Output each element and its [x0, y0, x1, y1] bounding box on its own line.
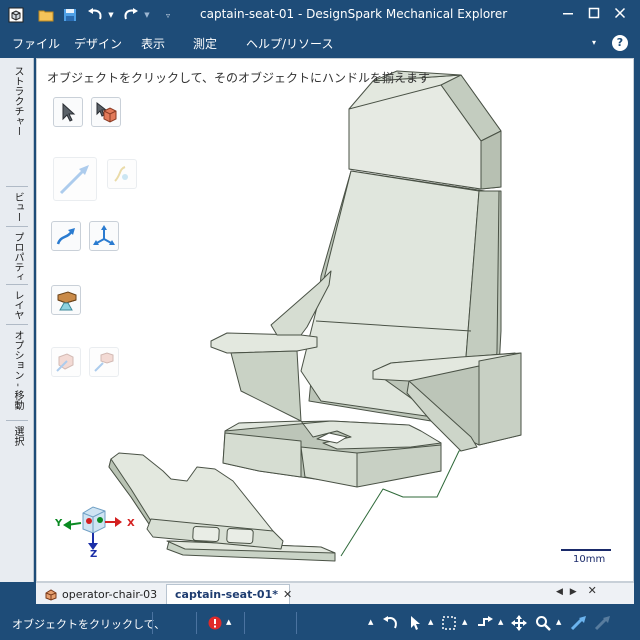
orbit-dropdown-icon[interactable]: ▲ — [498, 618, 503, 626]
side-panel-tabs: ストラクチャー ビュー プロパティ レイヤ オプション - 移動 選択 — [0, 58, 34, 582]
menu-view[interactable]: 表示 — [141, 35, 165, 52]
error-icon[interactable] — [206, 614, 224, 632]
window-title: captain-seat-01 - DesignSpark Mechanical… — [200, 7, 508, 21]
tab-navigation: ◀ ▶ ✕ — [556, 584, 597, 597]
menu-bar: ファイル デザイン 表示 測定 ヘルプ/リソース ▾ — [0, 30, 640, 56]
triad-z-label: Z — [90, 549, 98, 560]
status-divider — [296, 612, 297, 634]
status-divider — [244, 612, 245, 634]
pull-large-icon — [59, 165, 89, 195]
scale-bar-line — [561, 549, 611, 551]
display-tool-button[interactable] — [51, 347, 81, 377]
box-select-dropdown-icon[interactable]: ▲ — [462, 618, 467, 626]
select-cursor-icon[interactable] — [406, 614, 424, 632]
previous-view-icon[interactable] — [570, 614, 588, 632]
menu-file[interactable]: ファイル — [12, 35, 60, 52]
material-tool-button[interactable] — [51, 285, 81, 315]
tab-divider — [6, 324, 28, 325]
next-view-icon[interactable] — [594, 614, 612, 632]
zoom-dropdown-icon[interactable]: ▲ — [556, 618, 561, 626]
tab-view[interactable]: ビュー — [5, 192, 29, 222]
scale-bar-label: 10mm — [573, 554, 606, 565]
status-bar: オブジェクトをクリックして、 ▲ ▲ ▲ ▲ ▲ ▲ — [0, 606, 640, 640]
tab-scroll-left-icon[interactable]: ◀ — [556, 587, 563, 597]
box-select-icon[interactable] — [440, 614, 458, 632]
captain-seat-model[interactable] — [37, 59, 634, 582]
orbit-icon[interactable] — [476, 614, 494, 632]
document-tab-bar: operator-chair-03 captain-seat-01* ✕ — [36, 582, 634, 604]
customize-icon[interactable]: ▿ — [160, 5, 176, 25]
undo-dropdown-icon[interactable]: ▼ — [106, 5, 116, 25]
redo-icon[interactable] — [120, 5, 142, 25]
open-folder-icon[interactable] — [36, 5, 56, 25]
document-icon — [45, 589, 57, 601]
pan-icon[interactable] — [510, 614, 528, 632]
close-icon[interactable] — [608, 4, 632, 26]
triad-y-label: Y — [55, 518, 63, 529]
explode-tool-button[interactable] — [89, 347, 119, 377]
minimize-icon[interactable] — [556, 4, 580, 26]
zoom-icon[interactable] — [534, 614, 552, 632]
tab-layers[interactable]: レイヤ — [5, 290, 29, 320]
close-tab-icon[interactable]: ✕ — [283, 588, 292, 601]
move-tool-icon — [93, 225, 115, 245]
status-divider — [196, 612, 197, 634]
doc-tab-label: captain-seat-01* — [175, 588, 278, 601]
app-window: ▼ ▼ ▿ captain-seat-01 - DesignSpark Mech… — [0, 0, 640, 640]
maximize-icon[interactable] — [582, 4, 606, 26]
tab-properties[interactable]: プロパティ — [5, 232, 29, 282]
pull-tool-button[interactable] — [51, 221, 81, 251]
doc-tab-operator-chair[interactable]: operator-chair-03 — [40, 584, 157, 604]
pull-tool-large-button[interactable] — [53, 157, 97, 201]
select-component-button[interactable] — [91, 97, 121, 127]
tab-divider — [6, 186, 28, 187]
status-divider — [152, 612, 153, 634]
tab-close-all-icon[interactable]: ✕ — [588, 584, 597, 597]
fill-tool-icon — [114, 166, 128, 182]
tool-hint-text: オブジェクトをクリックして、そのオブジェクトにハンドルを揃えます — [47, 71, 431, 85]
tab-selection[interactable]: 選択 — [5, 426, 29, 446]
tab-options-move[interactable]: オプション - 移動 — [5, 330, 29, 410]
design-viewport[interactable]: Y X Z オブジェクトをクリックして、そのオブジェクトにハンドルを揃えます 1… — [36, 58, 634, 582]
tab-divider — [6, 284, 28, 285]
select-component-icon — [96, 101, 117, 123]
status-message: オブジェクトをクリックして、 — [12, 618, 166, 631]
error-dropdown-icon[interactable]: ▲ — [226, 618, 231, 626]
scale-bar: 10mm — [561, 549, 611, 569]
doc-tab-captain-seat[interactable]: captain-seat-01* ✕ — [166, 584, 292, 604]
tab-scroll-right-icon[interactable]: ▶ — [570, 587, 577, 597]
fill-tool-button[interactable] — [107, 159, 137, 189]
tab-divider — [6, 226, 28, 227]
menu-help-resources[interactable]: ヘルプ/リソース — [246, 35, 333, 52]
menu-measure[interactable]: 測定 — [193, 35, 217, 52]
undo-icon[interactable] — [84, 5, 106, 25]
menu-design[interactable]: デザイン — [74, 35, 122, 52]
display-tool-icon — [56, 353, 74, 372]
move-tool-button[interactable] — [89, 221, 119, 251]
doc-tab-label: operator-chair-03 — [62, 587, 158, 601]
tab-divider — [6, 420, 28, 421]
material-tool-icon — [57, 291, 77, 311]
help-icon[interactable]: ? — [612, 35, 628, 51]
select-dropdown-icon[interactable]: ▲ — [428, 618, 433, 626]
triad-x-label: X — [127, 518, 135, 529]
tab-structure[interactable]: ストラクチャー — [5, 66, 29, 136]
ribbon-collapse-icon[interactable]: ▾ — [592, 38, 596, 47]
title-bar: ▼ ▼ ▿ captain-seat-01 - DesignSpark Mech… — [0, 0, 640, 30]
explode-tool-icon — [94, 352, 114, 372]
select-tool-button[interactable] — [53, 97, 83, 127]
status-dropdown-icon[interactable]: ▲ — [368, 618, 373, 626]
redo-dropdown-icon[interactable]: ▼ — [142, 5, 152, 25]
spin-icon[interactable] — [382, 614, 400, 632]
app-icon[interactable] — [6, 5, 26, 25]
coordinate-triad[interactable] — [63, 506, 122, 550]
pull-tool-icon — [56, 228, 75, 245]
save-icon[interactable] — [60, 5, 80, 25]
select-tool-icon — [62, 102, 76, 122]
